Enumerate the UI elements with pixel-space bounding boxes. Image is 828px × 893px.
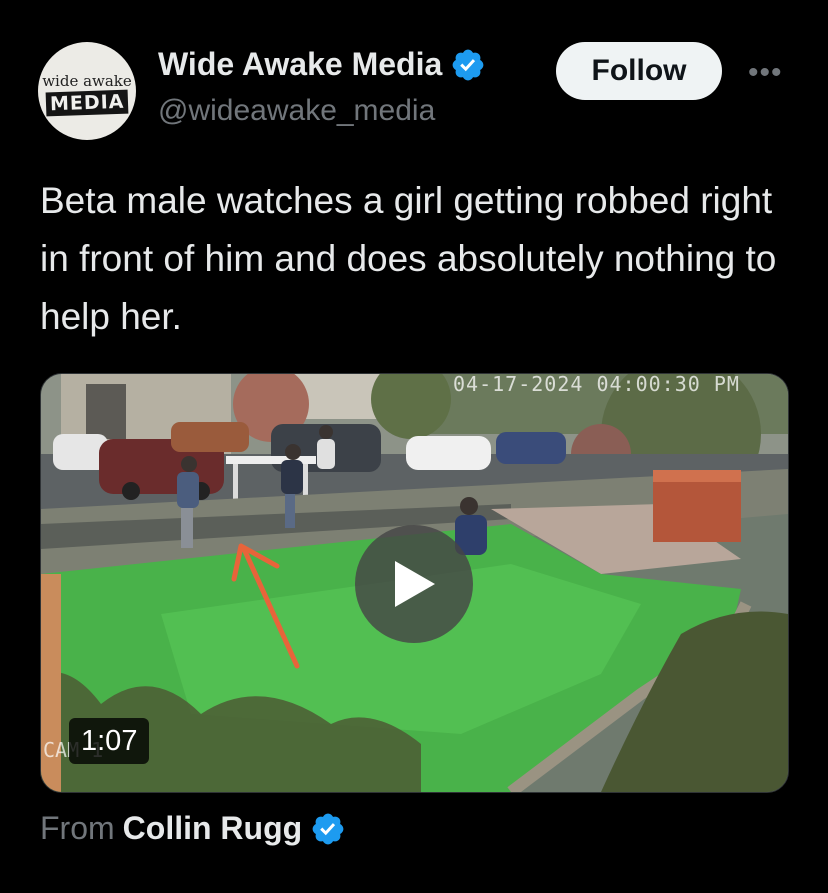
author-display-name[interactable]: Wide Awake Media bbox=[158, 46, 442, 83]
author-name-row: Wide Awake Media bbox=[158, 46, 486, 83]
more-options-icon[interactable]: ••• bbox=[748, 56, 783, 90]
video-source: From Collin Rugg bbox=[40, 810, 346, 847]
author-avatar[interactable]: wide awake MEDIA bbox=[38, 42, 136, 140]
author-handle[interactable]: @wideawake_media bbox=[158, 94, 435, 128]
source-from-label: From bbox=[40, 810, 115, 846]
verified-badge-icon bbox=[452, 49, 484, 80]
video-duration: 1:07 bbox=[69, 718, 150, 764]
follow-button[interactable]: Follow bbox=[556, 42, 722, 100]
source-author[interactable]: Collin Rugg bbox=[123, 810, 303, 847]
tweet-text: Beta male watches a girl getting robbed … bbox=[40, 180, 777, 337]
video-timestamp: 04-17-2024 04:00:30 PM bbox=[453, 373, 740, 396]
play-icon bbox=[395, 561, 435, 607]
video-player[interactable]: 04-17-2024 04:00:30 PM CAM 1 1:07 bbox=[40, 373, 789, 793]
verified-badge-icon bbox=[312, 813, 344, 844]
play-button[interactable] bbox=[355, 525, 473, 643]
avatar-text-top: wide awake bbox=[42, 72, 132, 90]
avatar-text-bottom: MEDIA bbox=[45, 89, 129, 117]
